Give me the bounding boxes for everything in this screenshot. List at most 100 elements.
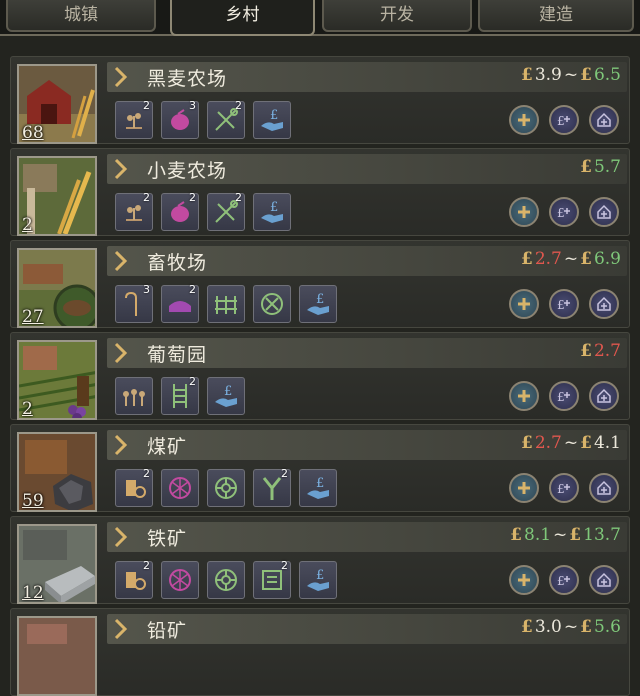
fertilizer-icon[interactable]: 3 — [161, 99, 199, 139]
building-row[interactable]: 68 黑麦农场 £3.9 ~ £6.5 2 3 2 £ £ — [10, 56, 630, 144]
build-upgrade-button[interactable] — [589, 565, 619, 595]
chevron-right-icon[interactable] — [113, 341, 129, 365]
fund-button[interactable]: £ — [549, 105, 579, 135]
price-high: 5.7 — [593, 157, 621, 177]
price-high: 2.7 — [593, 341, 621, 361]
building-title-bar[interactable]: 黑麦农场 £3.9 ~ £6.5 — [107, 62, 627, 92]
pound-icon: £ — [569, 525, 582, 545]
explosives-icon[interactable] — [161, 469, 199, 507]
building-row[interactable]: 铅矿 £3.0 ~ £5.6 — [10, 608, 630, 696]
building-row[interactable]: 27 畜牧场 £2.7 ~ £6.9 3 2 £ £ — [10, 240, 630, 328]
add-building-button[interactable] — [509, 289, 539, 319]
building-title-bar[interactable]: 煤矿 £2.7 ~ £4.1 — [107, 430, 627, 460]
fund-button[interactable]: £ — [549, 473, 579, 503]
tools-icon[interactable]: 2 — [207, 99, 245, 139]
building-count: 12 — [22, 583, 44, 603]
explosives-icon[interactable] — [161, 561, 199, 599]
price-low: 3.0 — [534, 617, 562, 637]
price-separator: ~ — [563, 433, 579, 453]
chevron-right-icon[interactable] — [113, 249, 129, 273]
add-building-button[interactable] — [509, 381, 539, 411]
building-count: 2 — [22, 399, 33, 419]
building-title-bar[interactable]: 小麦农场 £5.7 — [107, 154, 627, 184]
row-actions: £ — [509, 565, 623, 597]
fund-button[interactable]: £ — [549, 289, 579, 319]
fertilizer-icon[interactable]: 2 — [161, 191, 199, 231]
building-row[interactable]: 59 煤矿 £2.7 ~ £4.1 2 2 £ £ — [10, 424, 630, 512]
chevron-right-icon[interactable] — [113, 617, 129, 641]
add-building-button[interactable] — [509, 197, 539, 227]
upgrade-level: 2 — [189, 375, 196, 388]
pound-icon: £ — [580, 617, 592, 637]
build-upgrade-button[interactable] — [589, 197, 619, 227]
row-actions: £ — [509, 473, 623, 505]
building-title-bar[interactable]: 畜牧场 £2.7 ~ £6.9 — [107, 246, 627, 276]
building-thumbnail[interactable]: 59 — [17, 432, 97, 512]
chevron-right-icon[interactable] — [113, 65, 129, 89]
building-thumbnail[interactable] — [17, 616, 97, 696]
building-title-bar[interactable]: 葡萄园 £2.7 — [107, 338, 627, 368]
building-thumbnail[interactable]: 68 — [17, 64, 97, 144]
build-upgrade-button[interactable] — [589, 105, 619, 135]
add-building-button[interactable] — [509, 473, 539, 503]
chevron-right-icon[interactable] — [113, 525, 129, 549]
subsidy-icon[interactable]: £ — [253, 193, 291, 231]
crook-icon[interactable]: 3 — [115, 283, 153, 323]
add-building-button[interactable] — [509, 105, 539, 135]
fund-button[interactable]: £ — [549, 197, 579, 227]
safety-gear-icon[interactable] — [207, 561, 245, 599]
building-row[interactable]: 2 小麦农场 £5.7 2 2 2 £ £ — [10, 148, 630, 236]
pound-icon: £ — [580, 433, 592, 453]
tools-icon[interactable]: 2 — [207, 191, 245, 231]
safety-gear-icon[interactable] — [207, 469, 245, 507]
sprout-icon[interactable]: 2 — [115, 191, 153, 231]
build-upgrade-button[interactable] — [589, 289, 619, 319]
fund-button[interactable]: £ — [549, 565, 579, 595]
building-row[interactable]: 12 铁矿 £8.1 ~ £13.7 2 2 £ £ — [10, 516, 630, 604]
subsidy-icon[interactable]: £ — [299, 469, 337, 507]
pipe-icon[interactable]: 2 — [253, 467, 291, 507]
feed-trough-icon[interactable]: 2 — [161, 283, 199, 323]
building-category-tabs: 城镇 乡村 开发 建造 — [0, 0, 640, 36]
building-row[interactable]: 2 葡萄园 £2.7 2 £ £ — [10, 332, 630, 420]
row-actions: £ — [509, 381, 623, 413]
pound-icon: £ — [520, 65, 533, 85]
building-name: 黑麦农场 — [147, 68, 228, 90]
subsidy-icon[interactable]: £ — [299, 561, 337, 599]
drill-icon[interactable]: 2 — [115, 467, 153, 507]
vines-icon[interactable] — [115, 377, 153, 415]
tab-countryside[interactable]: 乡村 — [170, 0, 315, 36]
blueprint-icon[interactable]: 2 — [253, 559, 291, 599]
building-thumbnail[interactable]: 2 — [17, 340, 97, 420]
tab-development[interactable]: 开发 — [322, 0, 472, 32]
build-upgrade-button[interactable] — [589, 473, 619, 503]
fence-icon[interactable] — [207, 285, 245, 323]
building-name: 铅矿 — [147, 620, 188, 642]
drill-icon[interactable]: 2 — [115, 559, 153, 599]
price-separator: ~ — [563, 617, 579, 637]
subsidy-icon[interactable]: £ — [299, 285, 337, 323]
building-thumbnail[interactable]: 12 — [17, 524, 97, 604]
vaccine-icon[interactable] — [253, 285, 291, 323]
add-building-button[interactable] — [509, 565, 539, 595]
chevron-right-icon[interactable] — [113, 433, 129, 457]
tab-construction[interactable]: 建造 — [478, 0, 634, 32]
price-high: 6.5 — [593, 65, 621, 85]
building-title-bar[interactable]: 铁矿 £8.1 ~ £13.7 — [107, 522, 627, 552]
building-thumbnail[interactable]: 27 — [17, 248, 97, 328]
fund-button[interactable]: £ — [549, 381, 579, 411]
pound-icon: £ — [520, 433, 533, 453]
building-count: 68 — [22, 123, 44, 143]
subsidy-icon[interactable]: £ — [207, 377, 245, 415]
build-upgrade-button[interactable] — [589, 381, 619, 411]
upgrade-level: 2 — [235, 191, 242, 204]
tab-town[interactable]: 城镇 — [6, 0, 156, 32]
trellis-icon[interactable]: 2 — [161, 375, 199, 415]
price-range: £2.7 ~ £6.9 — [521, 249, 621, 269]
chevron-right-icon[interactable] — [113, 157, 129, 181]
subsidy-icon[interactable]: £ — [253, 101, 291, 139]
svg-text:£: £ — [270, 200, 278, 215]
building-thumbnail[interactable]: 2 — [17, 156, 97, 236]
sprout-icon[interactable]: 2 — [115, 99, 153, 139]
pound-icon: £ — [580, 249, 592, 269]
